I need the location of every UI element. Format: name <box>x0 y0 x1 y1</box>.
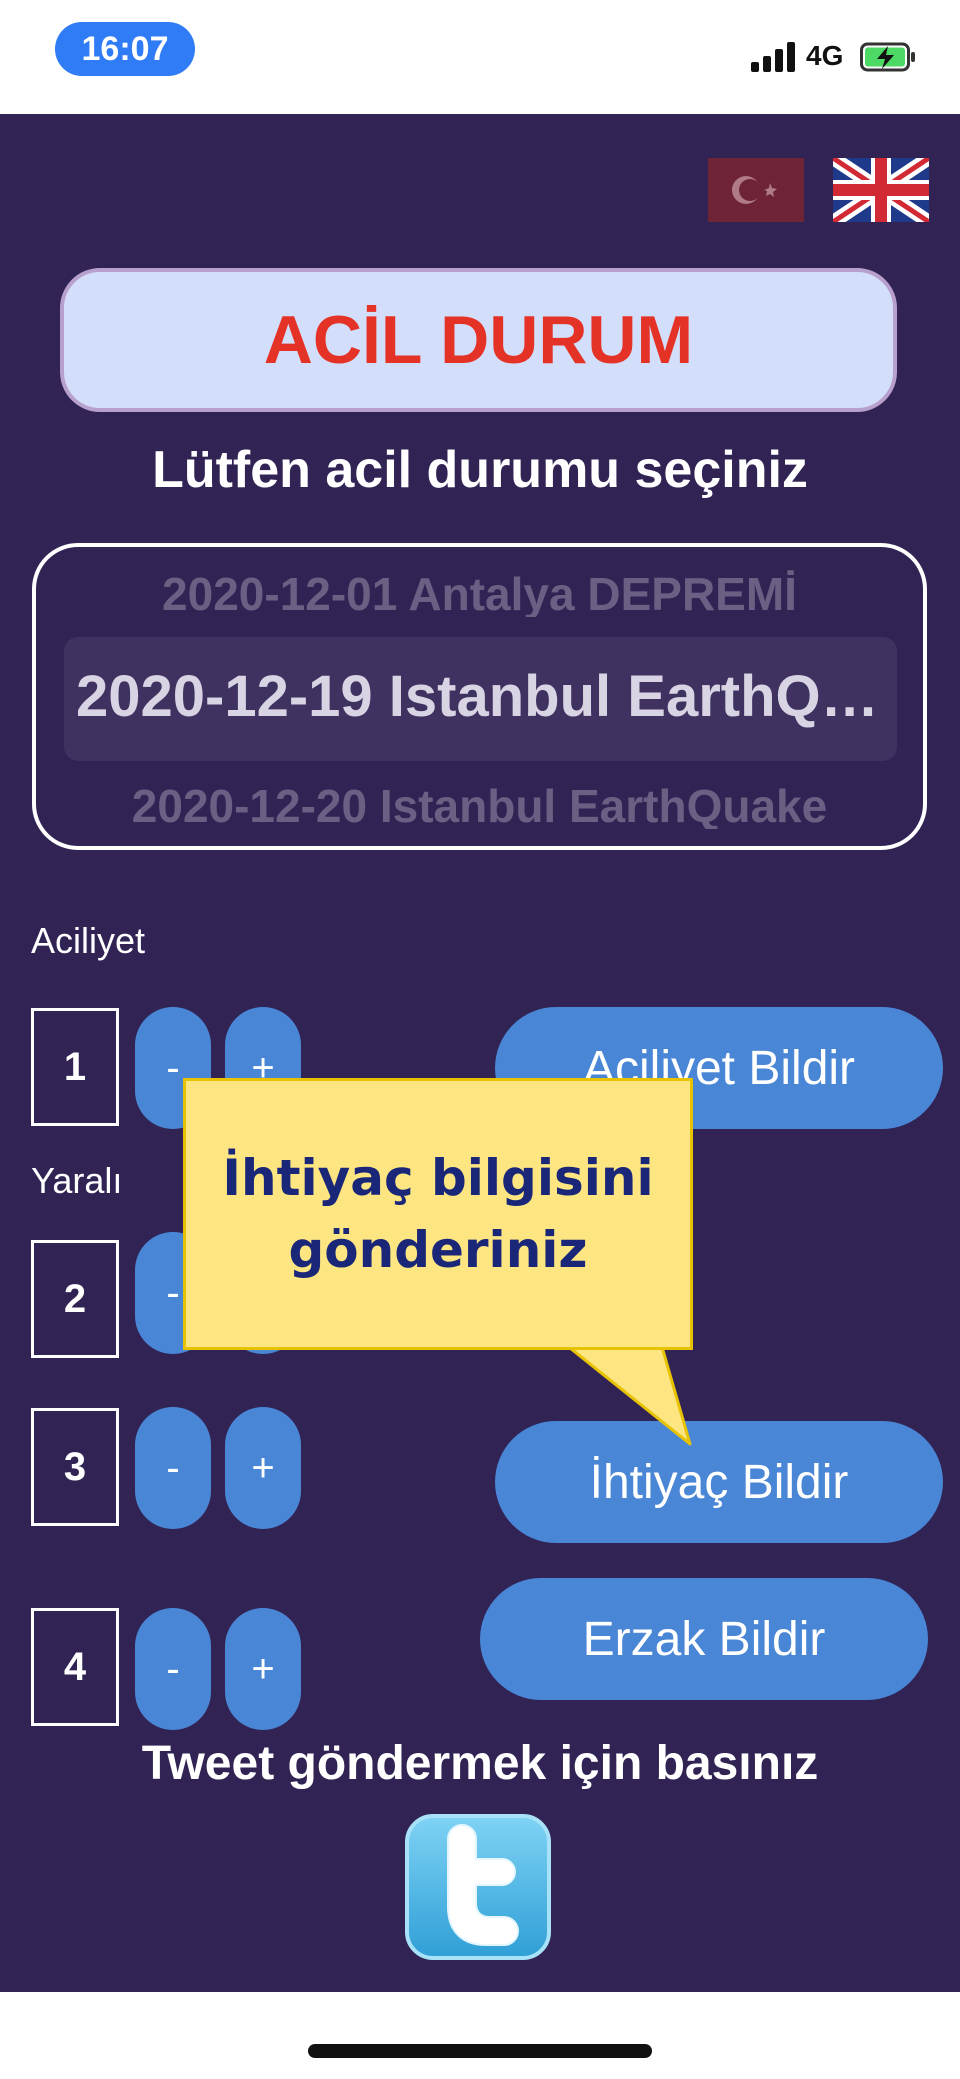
counter-value: 4 <box>31 1608 119 1726</box>
increment-button[interactable]: + <box>225 1407 301 1529</box>
page-subtitle: Lütfen acil durumu seçiniz <box>152 441 808 499</box>
uk-flag-icon[interactable] <box>833 158 929 222</box>
injured-label: Yaralı <box>31 1160 123 1201</box>
callout-pointer <box>558 1340 692 1446</box>
home-area <box>0 1992 960 2079</box>
need-info-callout: İhtiyaç bilgisini gönderiniz <box>183 1078 693 1350</box>
network-label: 4G <box>806 40 844 71</box>
callout-line-1: İhtiyaç bilgisini <box>222 1148 654 1207</box>
counter-value: 3 <box>31 1408 119 1526</box>
status-time: 16:07 <box>55 22 195 76</box>
increment-button[interactable]: + <box>225 1608 301 1730</box>
decrement-button[interactable]: - <box>135 1608 211 1730</box>
battery-charging-icon <box>860 42 915 72</box>
signal-icon <box>751 42 799 72</box>
counter-value: 2 <box>31 1240 119 1358</box>
picker-option-next[interactable]: 2020-12-20 Istanbul EarthQuake <box>36 779 923 829</box>
turkey-flag-icon[interactable] <box>708 158 804 222</box>
callout-line-2: gönderiniz <box>288 1221 588 1279</box>
counter-value: 1 <box>31 1008 119 1126</box>
picker-option-previous[interactable]: 2020-12-01 Antalya DEPREMİ <box>36 567 923 617</box>
twitter-icon[interactable] <box>404 1813 552 1961</box>
home-indicator[interactable] <box>308 2044 652 2058</box>
tweet-prompt: Tweet göndermek için basınız <box>141 1737 819 1790</box>
picker-option-selected[interactable]: 2020-12-19 Istanbul EarthQuake <box>36 663 923 735</box>
decrement-button[interactable]: - <box>135 1407 211 1529</box>
urgency-label: Aciliyet <box>31 920 146 961</box>
emergency-banner: ACİL DURUM <box>60 268 897 412</box>
supply-report-button[interactable]: Erzak Bildir <box>480 1578 928 1700</box>
emergency-picker[interactable]: 2020-12-01 Antalya DEPREMİ 2020-12-19 Is… <box>32 543 927 850</box>
status-bar: 16:07 4G <box>0 0 960 114</box>
